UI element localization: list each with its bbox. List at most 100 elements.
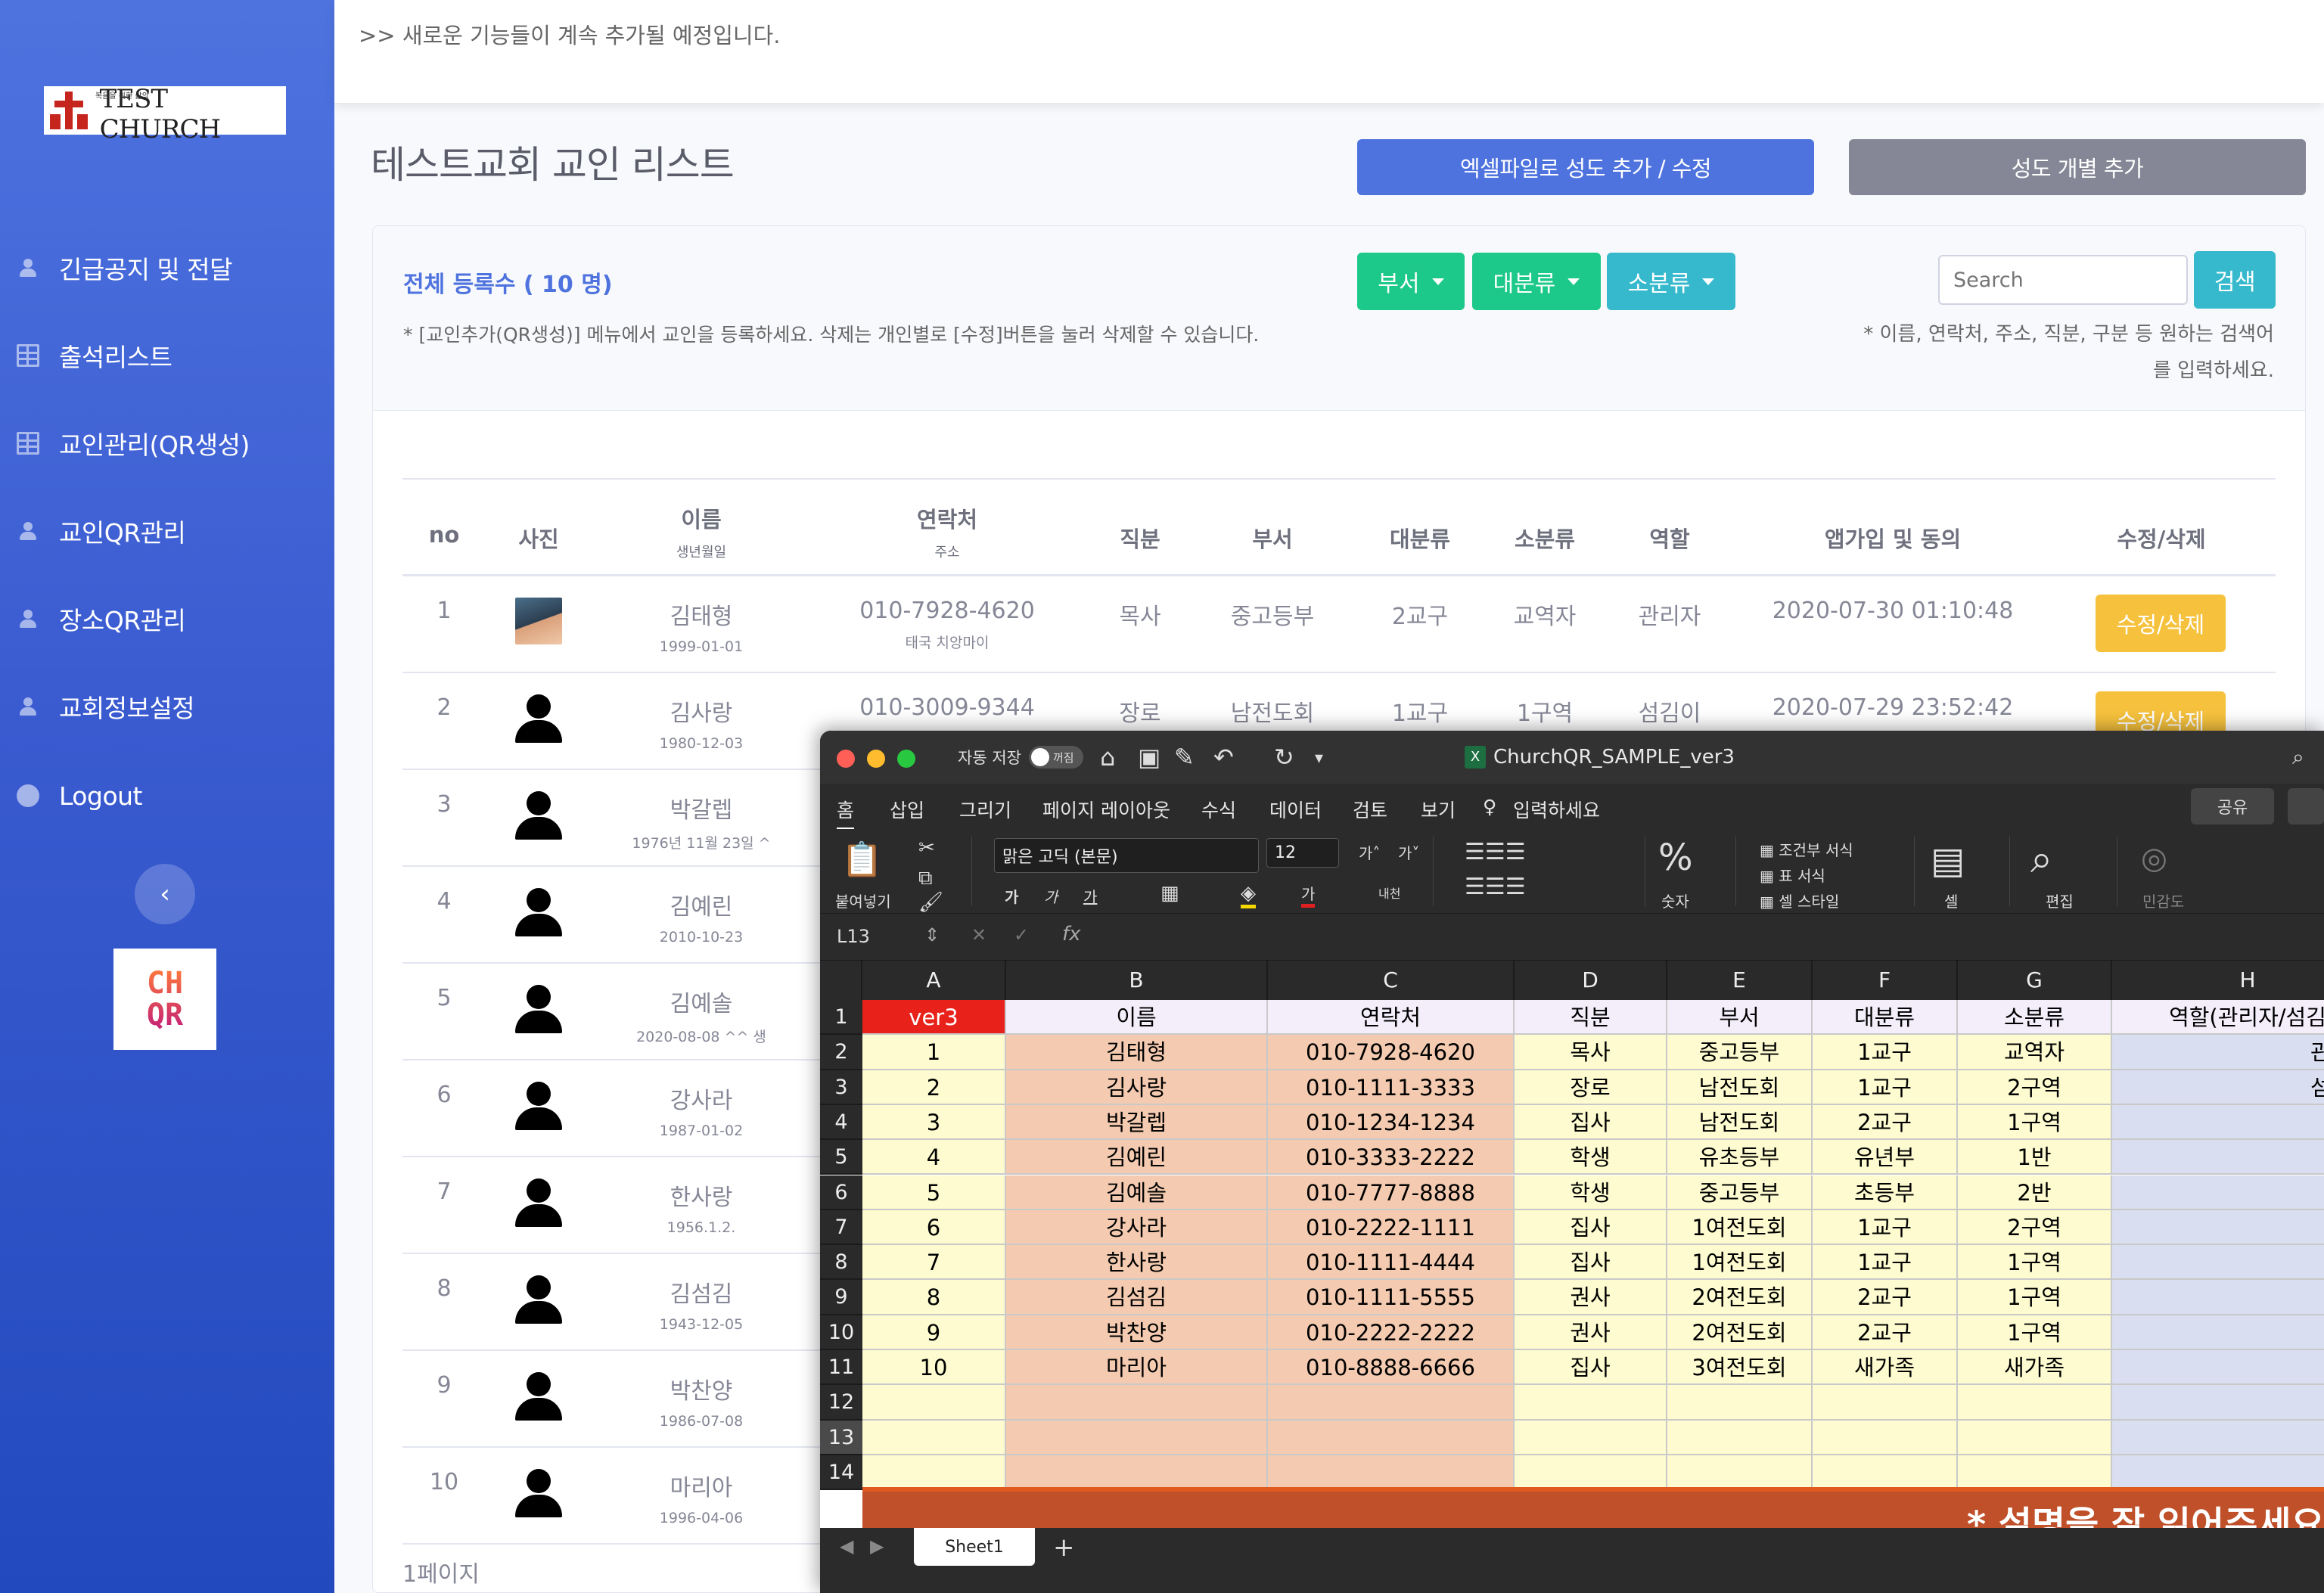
grid-cell[interactable] bbox=[1268, 1385, 1515, 1421]
grid-cell[interactable]: 2여전도회 bbox=[1667, 1280, 1813, 1315]
search-input[interactable] bbox=[1938, 255, 2188, 305]
grid-cell[interactable]: 010-1234-1234 bbox=[1268, 1104, 1515, 1141]
grid-cell[interactable]: 010-3333-2222 bbox=[1268, 1140, 1515, 1175]
grid-cell[interactable] bbox=[862, 1385, 1006, 1421]
underline-button[interactable]: 가 bbox=[1083, 885, 1097, 907]
grid-cell[interactable]: 010-1111-4444 bbox=[1268, 1245, 1515, 1281]
grid-cell[interactable] bbox=[1958, 1385, 2112, 1421]
autosave-toggle[interactable]: 꺼짐 bbox=[1029, 746, 1083, 769]
italic-button[interactable]: 가 bbox=[1044, 885, 1058, 907]
grid-cell[interactable]: 010-2222-2222 bbox=[1268, 1315, 1515, 1350]
grid-cell[interactable] bbox=[1813, 1455, 1958, 1491]
function-icon[interactable]: fx bbox=[1062, 923, 1081, 946]
grid-cell[interactable]: 1교구 bbox=[1813, 1035, 1958, 1070]
grid-cell[interactable] bbox=[2112, 1280, 2324, 1315]
column-header[interactable]: H bbox=[2112, 961, 2324, 1000]
grid-cell[interactable] bbox=[1268, 1420, 1515, 1455]
sensitivity-icon[interactable]: ◎ bbox=[2141, 841, 2167, 876]
customize-toolbar-icon[interactable]: ▾ bbox=[1315, 749, 1323, 768]
grid-cell[interactable]: 2교구 bbox=[1813, 1104, 1958, 1141]
grid-cell[interactable]: 중고등부 bbox=[1667, 1035, 1813, 1070]
grid-cell[interactable]: 김태형 bbox=[1006, 1035, 1268, 1070]
percent-icon[interactable]: % bbox=[1658, 837, 1693, 879]
grid-cell[interactable]: 교역자 bbox=[1958, 1035, 2112, 1070]
decrease-font-icon[interactable]: 가˅ bbox=[1398, 841, 1419, 863]
grid-cell[interactable] bbox=[1006, 1455, 1268, 1491]
column-header[interactable]: G bbox=[1958, 961, 2112, 1000]
grid-cell[interactable] bbox=[1958, 1455, 2112, 1491]
row-header[interactable]: 1 bbox=[820, 1000, 862, 1036]
grid-cell[interactable]: 1교구 bbox=[1813, 1070, 1958, 1105]
grid-cell[interactable]: 1구역 bbox=[1958, 1280, 2112, 1315]
grid-cell[interactable]: 직분 bbox=[1515, 1000, 1667, 1036]
grid-cell[interactable]: 010-1111-3333 bbox=[1268, 1070, 1515, 1105]
grid-cell[interactable]: 9 bbox=[862, 1315, 1006, 1350]
grid-cell[interactable] bbox=[2112, 1420, 2324, 1455]
major-filter-dropdown[interactable]: 대분류 bbox=[1472, 253, 1601, 310]
minimize-window-button[interactable] bbox=[867, 750, 885, 768]
bold-button[interactable]: 가 bbox=[1005, 885, 1018, 907]
minor-filter-dropdown[interactable]: 소분류 bbox=[1607, 253, 1735, 310]
grid-cell[interactable]: 학생 bbox=[1515, 1140, 1667, 1175]
row-header[interactable]: 10 bbox=[820, 1315, 862, 1350]
border-icon[interactable]: ▦ bbox=[1160, 882, 1179, 905]
search-button[interactable]: 검색 bbox=[2194, 251, 2276, 309]
tab-formulas[interactable]: 수식 bbox=[1201, 796, 1236, 823]
stepper-icon[interactable]: ⇕ bbox=[924, 924, 940, 946]
grid-cell[interactable]: 2교구 bbox=[1813, 1315, 1958, 1350]
undo-icon[interactable]: ↶ bbox=[1213, 743, 1234, 772]
sheet-tab-sheet1[interactable]: Sheet1 bbox=[914, 1528, 1035, 1566]
grid-cell[interactable]: 1구역 bbox=[1958, 1245, 2112, 1281]
sidebar-item-church-settings[interactable]: 교회정보설정 bbox=[17, 684, 319, 729]
add-sheet-button[interactable]: + bbox=[1053, 1532, 1075, 1563]
grid-cell[interactable]: 1 bbox=[862, 1035, 1006, 1070]
row-header[interactable]: 6 bbox=[820, 1175, 862, 1210]
save-icon[interactable]: ▣ bbox=[1138, 743, 1160, 772]
grid-cell[interactable] bbox=[2112, 1315, 2324, 1350]
column-header[interactable]: D bbox=[1515, 961, 1667, 1000]
increase-font-icon[interactable]: 가˄ bbox=[1359, 841, 1380, 863]
grid-cell[interactable]: 6 bbox=[862, 1210, 1006, 1246]
conditional-format-button[interactable]: ▦ 조건부 서식 bbox=[1760, 838, 1853, 860]
tab-home[interactable]: 홈 bbox=[837, 796, 855, 831]
grid-cell[interactable]: 8 bbox=[862, 1280, 1006, 1315]
grid-cell[interactable] bbox=[1813, 1420, 1958, 1455]
align-grid-icon[interactable]: ☰☰☰ ☰☰☰ bbox=[1465, 835, 1526, 905]
grid-cell[interactable]: 권사 bbox=[1515, 1280, 1667, 1315]
grid-cell[interactable]: 2교구 bbox=[1813, 1280, 1958, 1315]
grid-cell[interactable]: 연락처 bbox=[1268, 1000, 1515, 1036]
tell-me-input[interactable]: 입력하세요 bbox=[1513, 796, 1600, 823]
grid-cell[interactable]: 집사 bbox=[1515, 1210, 1667, 1246]
grid-cell[interactable]: 한사랑 bbox=[1006, 1245, 1268, 1281]
grid-cell[interactable] bbox=[1667, 1420, 1813, 1455]
sidebar-item-logout[interactable]: Logout bbox=[17, 773, 319, 818]
fill-color-icon[interactable]: ◈ bbox=[1241, 882, 1256, 908]
grid-cell[interactable]: 남전도회 bbox=[1667, 1070, 1813, 1105]
grid-cell[interactable] bbox=[1515, 1385, 1667, 1421]
home-icon[interactable]: ⌂ bbox=[1100, 743, 1115, 772]
sidebar-item-place-qr[interactable]: 장소QR관리 bbox=[17, 596, 319, 641]
tab-view[interactable]: 보기 bbox=[1421, 796, 1456, 823]
comment-icon[interactable] bbox=[2288, 788, 2324, 824]
grid-cell[interactable] bbox=[1268, 1455, 1515, 1491]
tab-draw[interactable]: 그리기 bbox=[959, 796, 1011, 823]
prev-sheet-icon[interactable]: ◀ bbox=[840, 1536, 853, 1557]
grid-cell[interactable]: 1여전도회 bbox=[1667, 1245, 1813, 1281]
grid-cell[interactable]: 김예린 bbox=[1006, 1140, 1268, 1175]
grid-cell[interactable]: 박갈렙 bbox=[1006, 1104, 1268, 1141]
zoom-window-button[interactable] bbox=[897, 750, 915, 768]
row-header[interactable]: 11 bbox=[820, 1350, 862, 1386]
church-logo[interactable]: 복음을 위한 삶의 TEST CHURCH bbox=[44, 84, 286, 144]
close-window-button[interactable] bbox=[837, 750, 855, 768]
grid-cell[interactable] bbox=[1813, 1385, 1958, 1421]
grid-cell[interactable]: 유초등부 bbox=[1667, 1140, 1813, 1175]
add-member-button[interactable]: 성도 개별 추가 bbox=[1849, 139, 2306, 195]
grid-cell[interactable]: 1여전도회 bbox=[1667, 1210, 1813, 1246]
table-format-button[interactable]: ▦ 표 서식 bbox=[1760, 864, 1825, 886]
grid-cell[interactable]: 010-8888-6666 bbox=[1268, 1350, 1515, 1386]
grid-cell[interactable] bbox=[1667, 1385, 1813, 1421]
grid-cell[interactable]: 강사라 bbox=[1006, 1210, 1268, 1246]
grid-cell[interactable]: 목사 bbox=[1515, 1035, 1667, 1070]
row-header[interactable]: 4 bbox=[820, 1104, 862, 1141]
row-header[interactable]: 3 bbox=[820, 1070, 862, 1105]
